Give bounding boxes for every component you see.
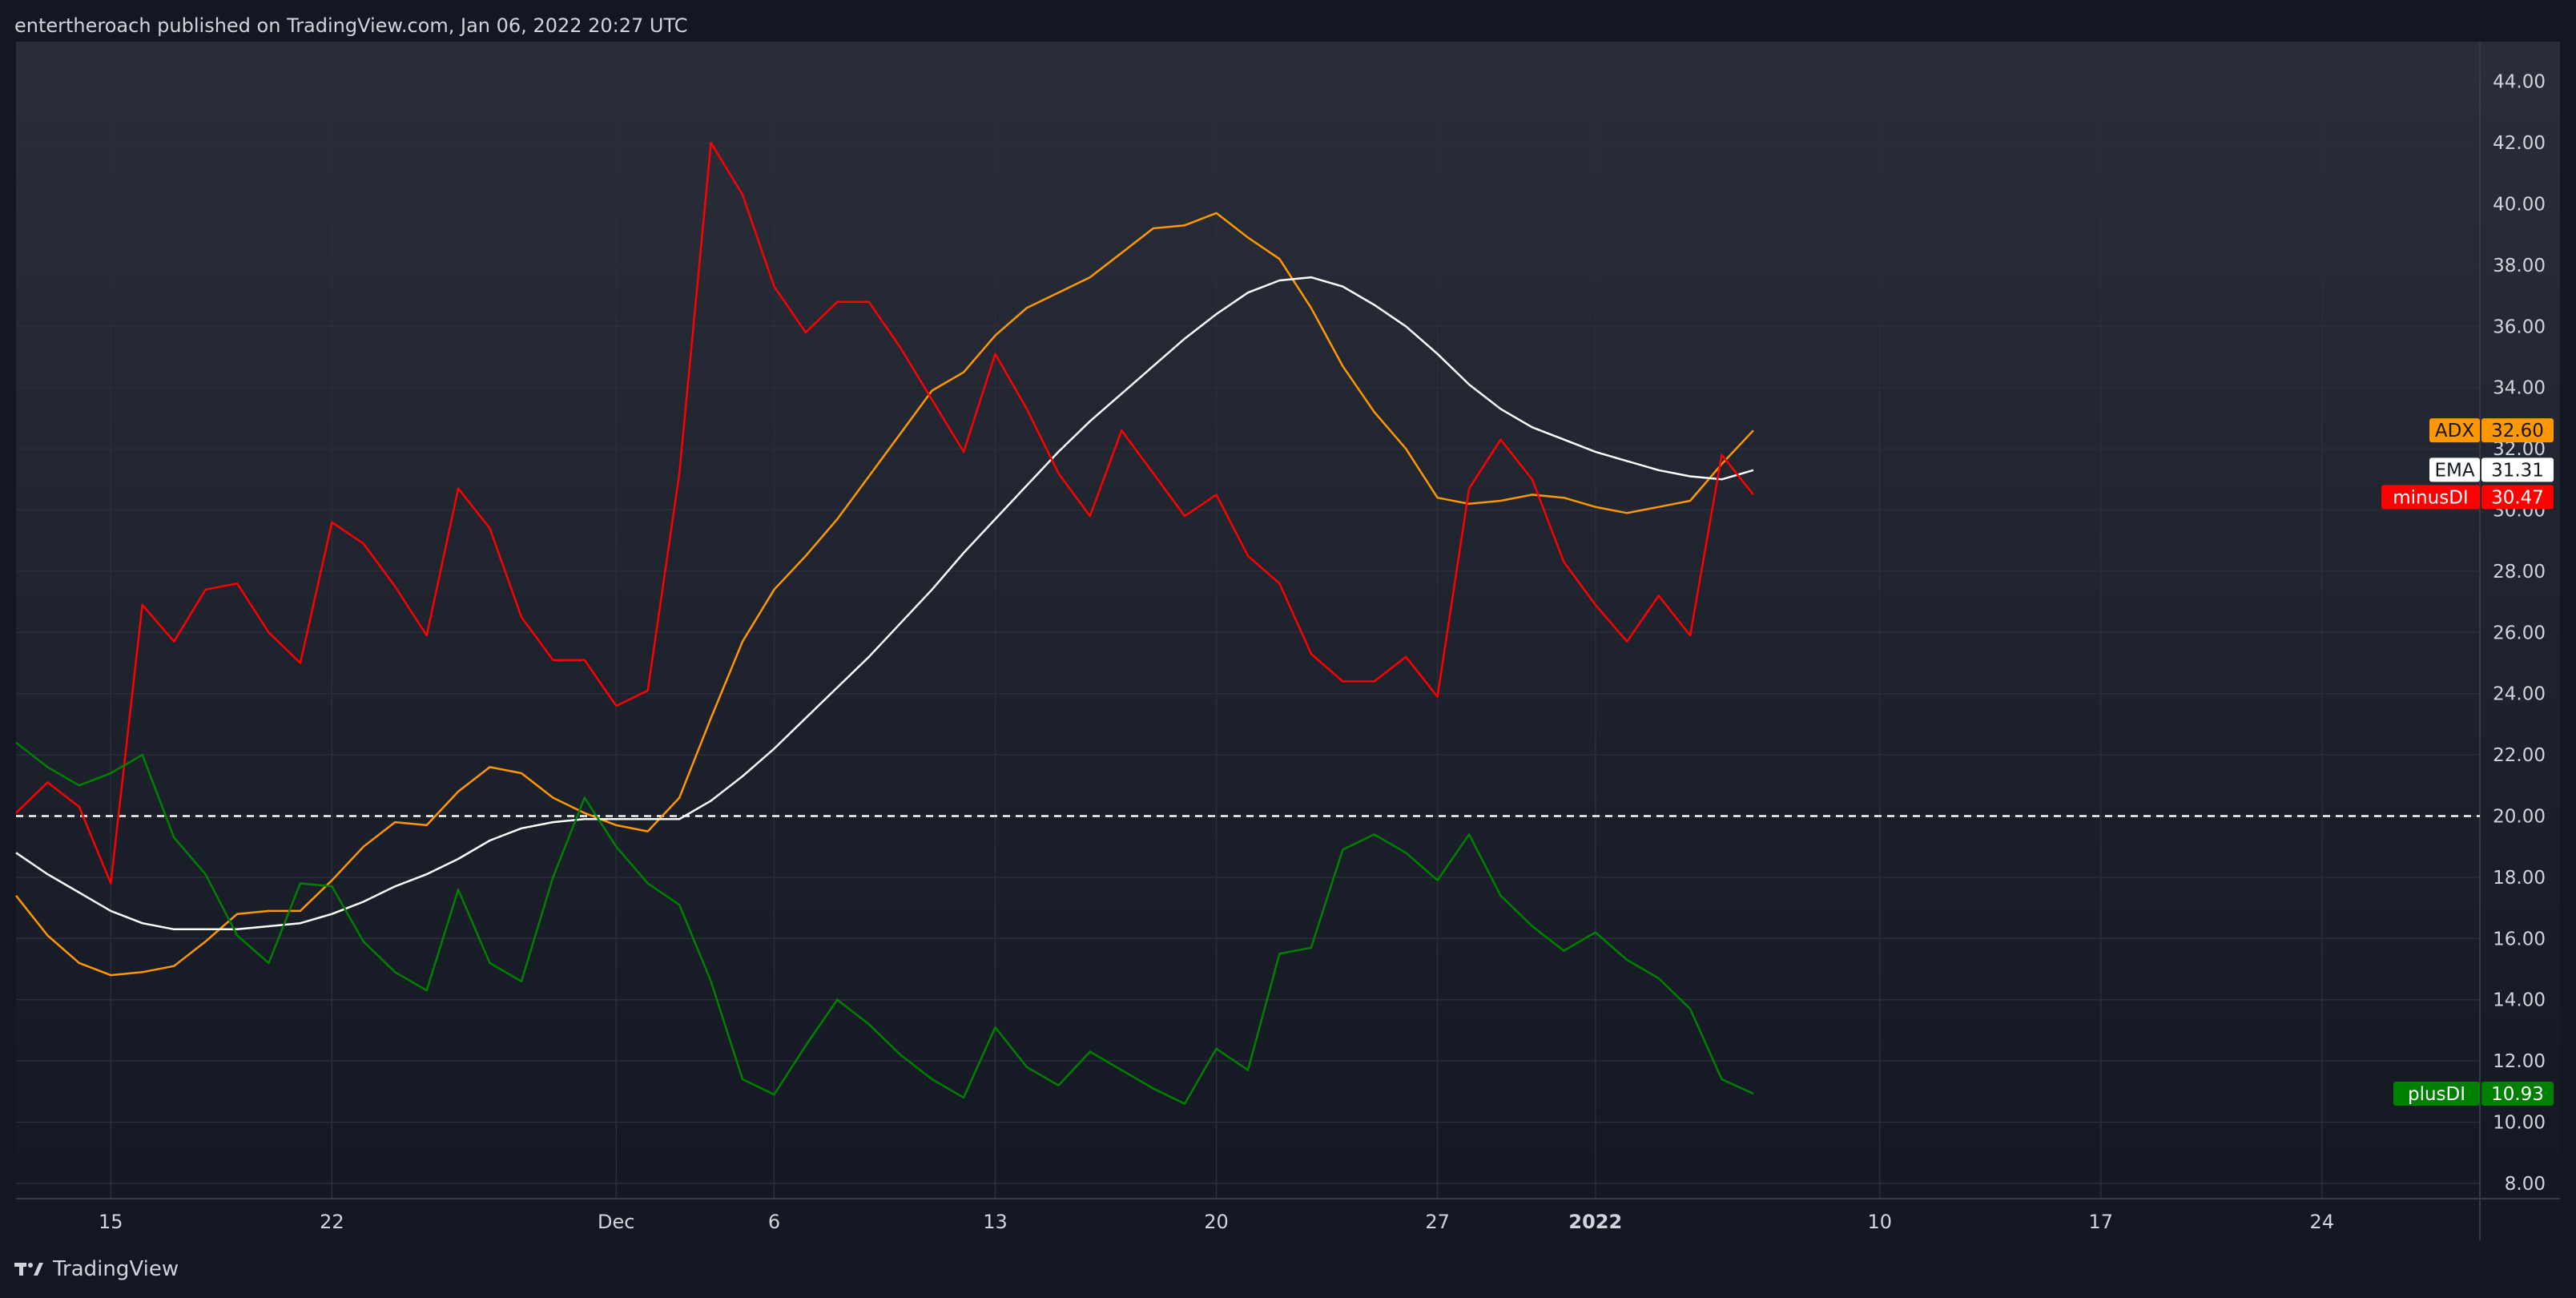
x-tick-label: 10 [1867, 1211, 1892, 1233]
y-tick-label: 18.00 [2493, 868, 2546, 889]
ema-value-label: 31.31 [2491, 460, 2544, 481]
x-tick-label: 20 [1204, 1211, 1229, 1233]
y-tick-label: 22.00 [2493, 745, 2546, 766]
x-tick-label: 17 [2088, 1211, 2113, 1233]
y-tick-label: 44.00 [2493, 72, 2546, 93]
x-tick-label: 27 [1425, 1211, 1450, 1233]
adx-name-label: ADX [2435, 421, 2474, 441]
minusdi-value-label: 30.47 [2491, 487, 2544, 508]
x-tick-label: 24 [2310, 1211, 2335, 1233]
y-tick-label: 8.00 [2505, 1174, 2546, 1195]
x-tick-label: 15 [99, 1211, 123, 1233]
plusdi-name-label: plusDI [2408, 1084, 2465, 1105]
y-tick-label: 14.00 [2493, 990, 2546, 1011]
y-tick-label: 26.00 [2493, 623, 2546, 643]
brand-footer[interactable]: TradingView [14, 1255, 179, 1284]
y-tick-label: 20.00 [2493, 806, 2546, 827]
y-tick-label: 36.00 [2493, 316, 2546, 337]
y-tick-label: 12.00 [2493, 1051, 2546, 1072]
y-tick-label: 16.00 [2493, 929, 2546, 949]
y-tick-label: 40.00 [2493, 194, 2546, 215]
tradingview-logo-icon [14, 1261, 46, 1277]
y-tick-label: 38.00 [2493, 256, 2546, 276]
x-tick-label: 13 [983, 1211, 1008, 1233]
y-tick-label: 10.00 [2493, 1112, 2546, 1133]
x-tick-label: Dec [598, 1211, 634, 1233]
chart-svg[interactable]: 8.00 10.00 12.00 14.00 16.00 18.00 20.00 22.00 2… [0, 0, 2576, 1298]
minusdi-name-label: minusDI [2393, 487, 2468, 508]
x-tick-label: 22 [320, 1211, 344, 1233]
x-tick-label: 6 [768, 1211, 780, 1233]
y-tick-label: 34.00 [2493, 378, 2546, 399]
y-tick-label: 28.00 [2493, 562, 2546, 582]
y-tick-label: 42.00 [2493, 133, 2546, 154]
y-tick-label: 24.00 [2493, 684, 2546, 705]
plusdi-value-label: 10.93 [2491, 1084, 2544, 1105]
adx-value-label: 32.60 [2491, 421, 2544, 441]
x-tick-label: 2022 [1568, 1211, 1622, 1233]
ema-name-label: EMA [2434, 460, 2474, 481]
brand-label: TradingView [53, 1257, 179, 1281]
chart-root: entertheroach published on TradingView.c… [0, 0, 2576, 1298]
